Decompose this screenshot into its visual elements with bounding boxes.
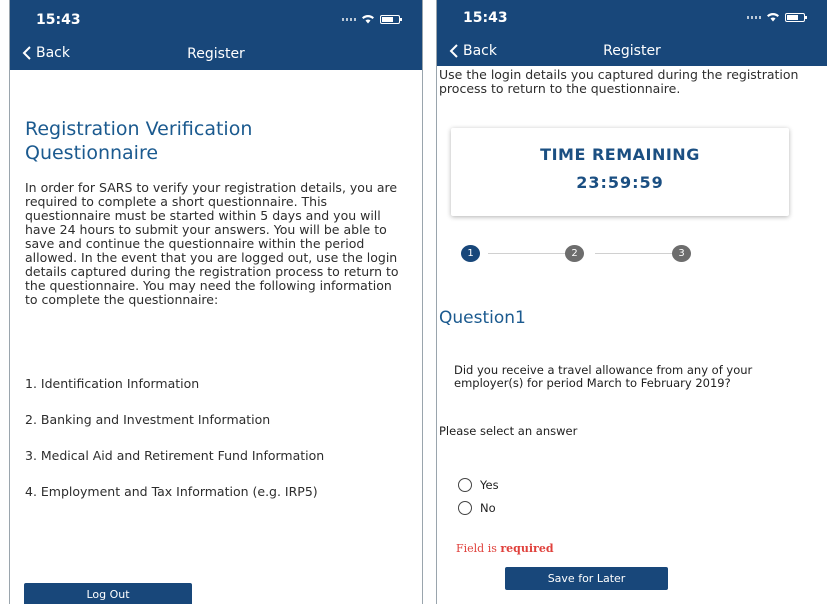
list-item: 3. Medical Aid and Retirement Fund Infor…: [25, 448, 325, 463]
radio-label: Yes: [480, 478, 499, 492]
page-title: Register: [187, 46, 245, 62]
status-bar: 15:43: [10, 0, 422, 38]
status-icons: [747, 12, 807, 22]
save-for-later-button[interactable]: Save for Later: [505, 567, 668, 590]
status-time: 15:43: [463, 10, 508, 26]
timer-value: 23:59:59: [576, 173, 664, 192]
signal-icon: [747, 15, 761, 19]
question-title: Question1: [439, 308, 526, 328]
list-item: 4. Employment and Tax Information (e.g. …: [25, 484, 318, 499]
status-icons: [342, 14, 402, 24]
wifi-icon: [362, 15, 374, 24]
status-bar: 15:43: [437, 0, 827, 34]
nav-bar: Back Register: [10, 38, 422, 70]
page-title: Register: [603, 43, 661, 59]
step-indicator: 1 2 3: [461, 245, 701, 263]
battery-icon: [785, 12, 807, 22]
nav-bar: Back Register: [437, 34, 827, 66]
registration-screen: 15:43 Back Register Registration Verific…: [9, 0, 423, 604]
radio-yes[interactable]: Yes: [458, 478, 499, 492]
error-bold: required: [500, 542, 554, 555]
questionnaire-heading: Registration Verification Questionnaire: [25, 118, 253, 164]
list-item: 1. Identification Information: [25, 376, 200, 391]
answer-prompt: Please select an answer: [439, 424, 578, 438]
logout-button[interactable]: Log Out: [24, 583, 192, 604]
error-prefix: Field is: [456, 542, 501, 555]
battery-icon: [380, 14, 402, 24]
list-item: 2. Banking and Investment Information: [25, 412, 271, 427]
step-2[interactable]: 2: [565, 245, 584, 262]
radio-label: No: [480, 501, 496, 515]
step-3[interactable]: 3: [672, 245, 691, 262]
timer-label: TIME REMAINING: [540, 145, 700, 164]
radio-circle[interactable]: [458, 501, 472, 515]
status-time: 15:43: [36, 12, 81, 28]
question-screen: 15:43 Back Register Use the login detail…: [436, 0, 827, 604]
step-1[interactable]: 1: [461, 245, 480, 262]
timer-card: TIME REMAINING 23:59:59: [451, 128, 789, 216]
signal-icon: [342, 17, 356, 21]
question-text: Did you receive a travel allowance from …: [454, 363, 753, 390]
validation-error: Field is required: [456, 542, 554, 555]
radio-no[interactable]: No: [458, 501, 496, 515]
radio-circle[interactable]: [458, 478, 472, 492]
wifi-icon: [767, 13, 779, 22]
instructions-text: Use the login details you captured durin…: [439, 67, 799, 96]
intro-text: In order for SARS to verify your registr…: [25, 180, 399, 307]
